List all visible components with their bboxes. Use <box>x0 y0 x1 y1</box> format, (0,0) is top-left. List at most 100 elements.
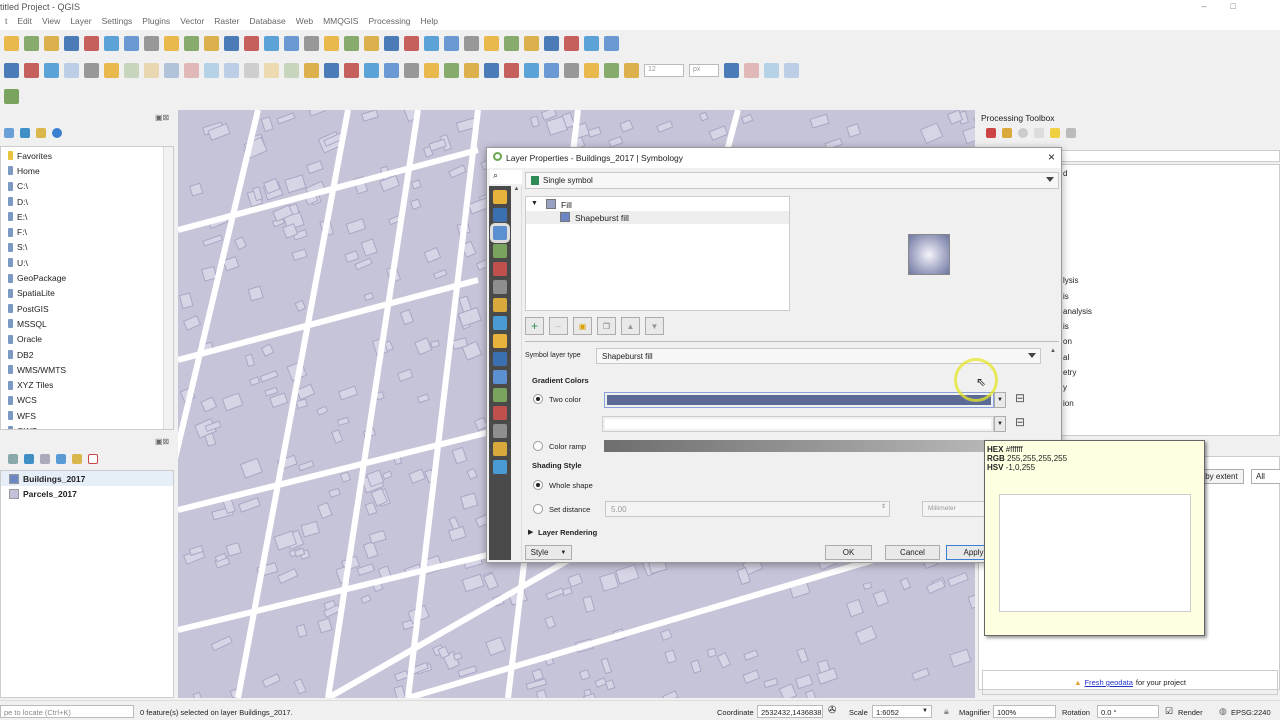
browser-item[interactable]: MSSQL <box>1 316 173 331</box>
new-bookmark-icon[interactable] <box>324 35 339 51</box>
tab-info-icon[interactable] <box>493 190 507 204</box>
menu-item[interactable]: MMQGIS <box>318 14 363 30</box>
close-icon[interactable]: × <box>1048 150 1055 164</box>
add-layer-icon[interactable]: + <box>525 317 544 335</box>
browser-item[interactable]: U:\ <box>1 255 173 270</box>
tab-auxiliary-storage-icon[interactable] <box>493 352 507 366</box>
color2-button[interactable] <box>602 416 994 432</box>
plugin-icon[interactable] <box>544 62 559 78</box>
models-icon[interactable] <box>986 128 996 138</box>
tab-joins-icon[interactable] <box>493 334 507 348</box>
coordinate-field[interactable]: 2532432,1436838 <box>757 705 823 718</box>
tab-dependencies-icon[interactable] <box>493 460 507 474</box>
expand-arrow-icon[interactable]: ▼ <box>531 200 538 207</box>
browser-item[interactable]: Home <box>1 163 173 178</box>
redo-icon[interactable] <box>284 62 299 78</box>
processing-item[interactable]: al <box>1063 353 1279 368</box>
edit-pencil-icon[interactable] <box>44 62 59 78</box>
processing-item[interactable]: is <box>1063 322 1279 337</box>
split-icon[interactable] <box>764 62 779 78</box>
menu-item[interactable]: Processing <box>363 14 415 30</box>
processing-item[interactable]: etry <box>1063 368 1279 383</box>
copy-icon[interactable] <box>224 62 239 78</box>
distance-spinbox[interactable]: 5.00 ⇕ <box>605 501 890 517</box>
layer-item[interactable]: Parcels_2017 <box>1 486 173 501</box>
globe-icon[interactable] <box>504 62 519 78</box>
refresh-icon[interactable] <box>4 128 14 138</box>
duplicate-icon[interactable]: ❐ <box>597 317 616 335</box>
fresh-geodata-link[interactable]: Fresh geodata <box>1085 678 1133 687</box>
style-menu-button[interactable]: Style ▼ <box>525 545 572 560</box>
menu-item[interactable]: Settings <box>97 14 138 30</box>
modify-attributes-icon[interactable] <box>164 62 179 78</box>
expression-filter-icon[interactable] <box>40 454 50 464</box>
attribute-table-icon[interactable] <box>504 35 519 51</box>
collapse-all-icon[interactable] <box>72 454 82 464</box>
menu-item[interactable]: Vector <box>175 14 209 30</box>
tab-diagrams-icon[interactable] <box>493 262 507 276</box>
statistics-icon[interactable] <box>544 35 559 51</box>
browser-item[interactable]: WFS <box>1 408 173 423</box>
zoom-to-layer-icon[interactable] <box>264 35 279 51</box>
reshape-icon[interactable] <box>784 62 799 78</box>
render-checkbox[interactable]: ☑ <box>1165 706 1173 717</box>
vertex-tool-icon[interactable] <box>144 62 159 78</box>
tab-rendering-icon[interactable] <box>493 406 507 420</box>
menu-item[interactable]: Plugins <box>137 14 175 30</box>
add-feature-icon[interactable] <box>124 62 139 78</box>
measure-line-icon[interactable] <box>564 35 579 51</box>
ok-button[interactable]: OK <box>825 545 872 560</box>
set-distance-radio[interactable] <box>533 504 543 514</box>
digitize-icon[interactable] <box>24 62 39 78</box>
menu-item[interactable]: Layer <box>65 14 96 30</box>
browser-item[interactable]: OWS <box>1 423 173 429</box>
tab-metadata-icon[interactable] <box>493 442 507 456</box>
cancel-button[interactable]: Cancel <box>885 545 940 560</box>
zoom-out-icon[interactable] <box>184 35 199 51</box>
menu-item[interactable]: Help <box>416 14 443 30</box>
snap-tolerance-input[interactable]: 12 <box>644 63 684 77</box>
visibility-icon[interactable] <box>8 454 18 464</box>
edit-features-in-place-icon[interactable] <box>1050 128 1060 138</box>
tree-fill[interactable]: Fill <box>561 200 572 210</box>
tab-3d-view-icon[interactable] <box>493 280 507 294</box>
zoom-full-icon[interactable] <box>224 35 239 51</box>
processing-item[interactable]: analysis <box>1063 307 1279 322</box>
lock-icon[interactable]: ▣ <box>573 317 592 335</box>
panel-close-icon[interactable]: ▣⊠ <box>155 113 169 122</box>
save-as-icon[interactable] <box>44 35 59 51</box>
toggle-extents-icon[interactable]: ✇ <box>828 705 836 716</box>
python-icon[interactable] <box>524 62 539 78</box>
browser-item[interactable]: C:\ <box>1 179 173 194</box>
georeferencer-tool-icon[interactable] <box>4 88 19 104</box>
refresh-icon[interactable] <box>384 35 399 51</box>
move-up-icon[interactable]: ▲ <box>621 317 640 335</box>
spatial-bookmarks-icon[interactable] <box>364 35 379 51</box>
results-icon[interactable] <box>1034 128 1044 138</box>
filter-legend-icon[interactable] <box>24 454 34 464</box>
layout-manager-icon[interactable] <box>84 35 99 51</box>
snapping-icon[interactable] <box>604 62 619 78</box>
options-icon[interactable] <box>1066 128 1076 138</box>
browser-item[interactable]: Oracle <box>1 332 173 347</box>
zoom-to-selection-icon[interactable] <box>244 35 259 51</box>
pan-icon[interactable] <box>124 35 139 51</box>
undo-icon[interactable] <box>264 62 279 78</box>
select-features-icon[interactable] <box>444 35 459 51</box>
identify-icon[interactable] <box>404 35 419 51</box>
tab-symbology-icon[interactable] <box>490 223 510 243</box>
browser-item[interactable]: F:\ <box>1 224 173 239</box>
browser-item[interactable]: S:\ <box>1 240 173 255</box>
pin-labels-icon[interactable] <box>364 62 379 78</box>
layers-panel-close-icon[interactable]: ▣⊠ <box>155 437 169 446</box>
color-ramp-button[interactable] <box>604 440 994 452</box>
whole-shape-radio[interactable] <box>533 480 543 490</box>
browser-item[interactable]: E:\ <box>1 209 173 224</box>
expand-rendering-icon[interactable]: ▶ <box>528 528 533 536</box>
browser-item[interactable]: GeoPackage <box>1 270 173 285</box>
deselect-icon[interactable] <box>484 35 499 51</box>
paste-icon[interactable] <box>244 62 259 78</box>
help-icon[interactable] <box>564 62 579 78</box>
save-edits-icon[interactable] <box>64 62 79 78</box>
diagram-icon[interactable] <box>324 62 339 78</box>
